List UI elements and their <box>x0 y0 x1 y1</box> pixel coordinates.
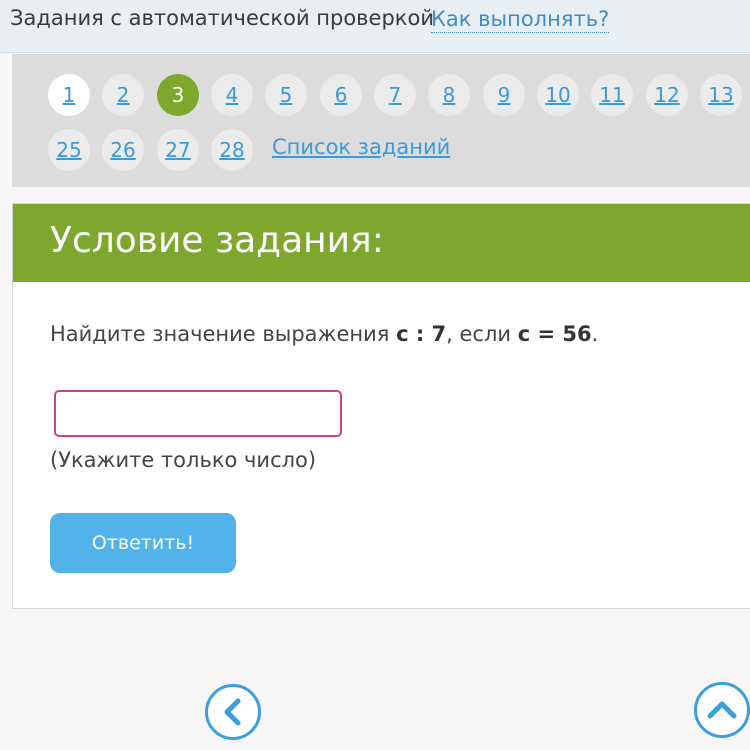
answer-hint: (Укажите только число) <box>50 448 317 472</box>
task-number-10[interactable]: 10 <box>537 74 579 116</box>
answer-input[interactable] <box>54 390 342 437</box>
task-number-28[interactable]: 28 <box>211 129 253 171</box>
question-middle: , если <box>446 322 518 346</box>
task-navigation: 1 2 3 4 5 6 7 8 9 10 11 12 13 25 26 27 2… <box>12 54 750 187</box>
task-number-25[interactable]: 25 <box>48 129 90 171</box>
task-number-12[interactable]: 12 <box>646 74 688 116</box>
task-question: Найдите значение выражения с : 7, если с… <box>50 322 598 346</box>
how-to-link[interactable]: Как выполнять? <box>431 6 610 33</box>
task-number-3-current[interactable]: 3 <box>157 74 199 116</box>
task-number-2[interactable]: 2 <box>102 74 144 116</box>
question-condition: с = 56 <box>517 322 592 346</box>
task-card-header: Условие задания: <box>13 204 750 282</box>
task-number-5[interactable]: 5 <box>265 74 307 116</box>
question-prefix: Найдите значение выражения <box>50 322 397 346</box>
task-number-9[interactable]: 9 <box>483 74 525 116</box>
task-number-27[interactable]: 27 <box>157 129 199 171</box>
task-number-4[interactable]: 4 <box>211 74 253 116</box>
page-title: Задания с автоматической проверкой <box>10 6 434 30</box>
question-expression: с : 7 <box>396 322 447 346</box>
task-list-link[interactable]: Список заданий <box>272 135 450 159</box>
chevron-left-icon <box>224 698 241 726</box>
task-heading: Условие задания: <box>50 220 384 261</box>
task-number-1[interactable]: 1 <box>48 74 90 116</box>
top-bar: Задания с автоматической проверкой Как в… <box>0 0 750 53</box>
scroll-up-button[interactable] <box>694 682 750 738</box>
submit-answer-button[interactable]: Ответить! <box>50 513 236 573</box>
task-card: Условие задания: Найдите значение выраже… <box>12 203 750 609</box>
task-number-26[interactable]: 26 <box>102 129 144 171</box>
task-number-6[interactable]: 6 <box>320 74 362 116</box>
task-number-8[interactable]: 8 <box>428 74 470 116</box>
task-number-11[interactable]: 11 <box>591 74 633 116</box>
question-suffix: . <box>591 322 599 346</box>
task-number-13[interactable]: 13 <box>700 74 742 116</box>
task-number-7[interactable]: 7 <box>374 74 416 116</box>
chevron-up-icon <box>707 701 737 719</box>
previous-button[interactable] <box>205 684 261 740</box>
